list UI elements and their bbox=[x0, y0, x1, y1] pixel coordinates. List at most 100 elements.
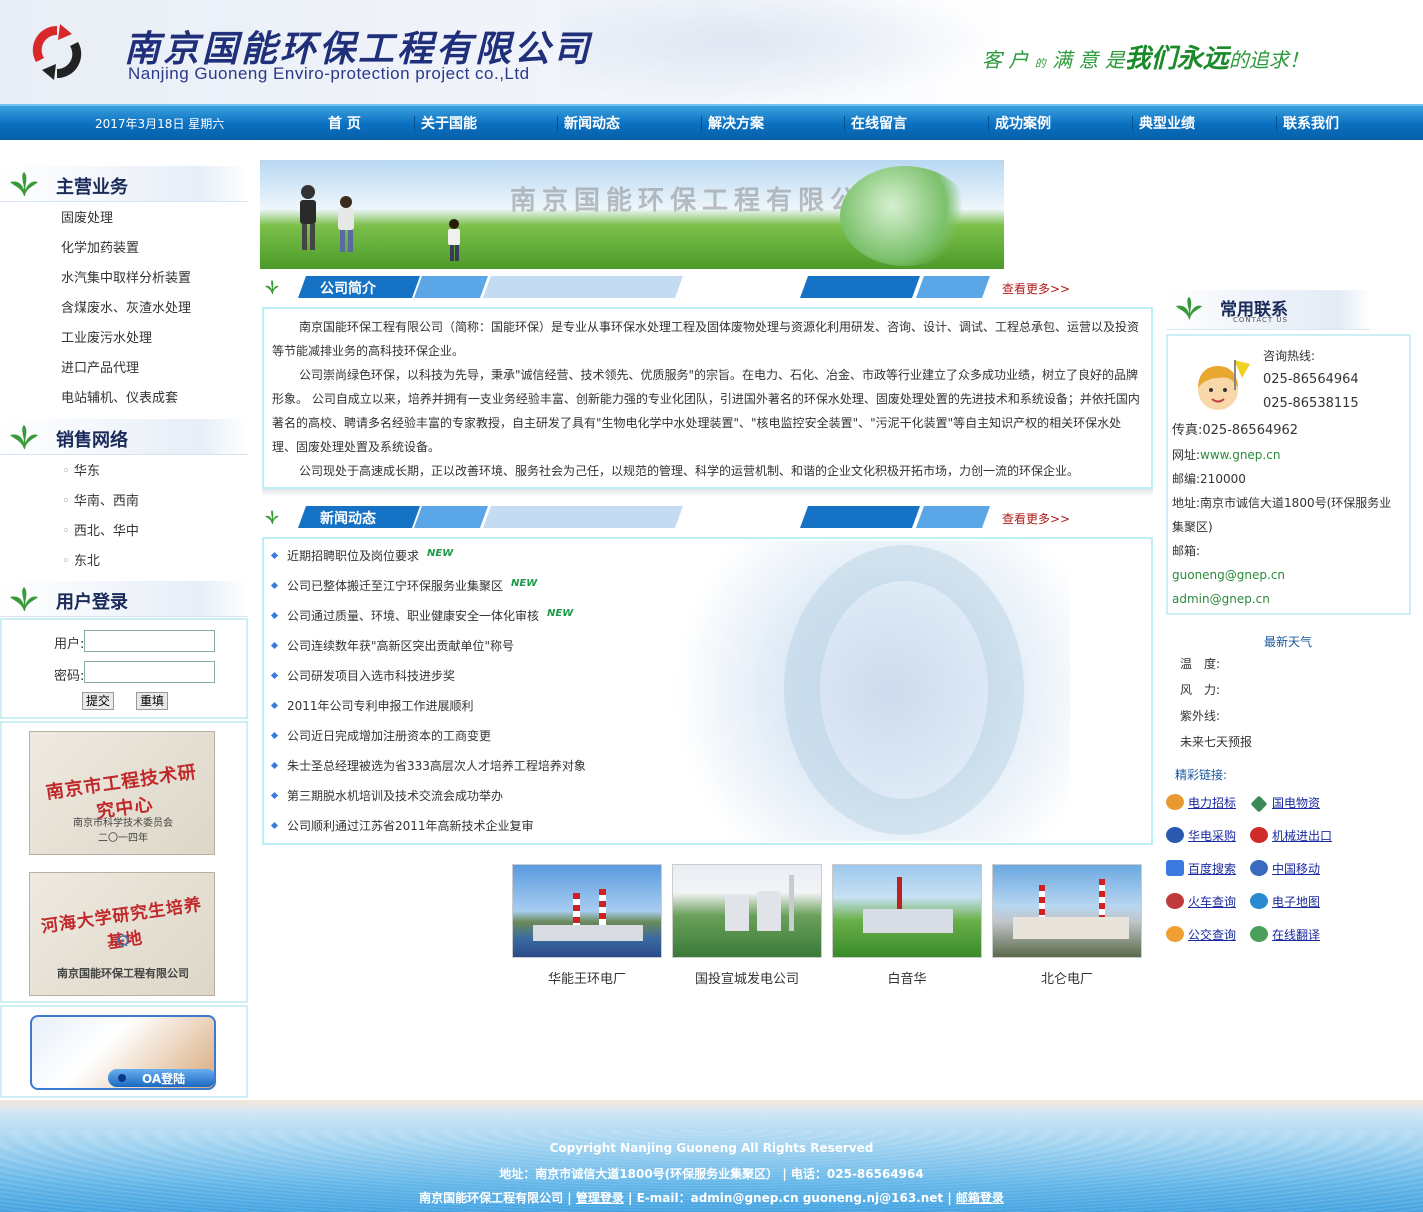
admin-login-link[interactable]: 管理登录 bbox=[576, 1191, 624, 1205]
link-china-mobile[interactable]: 中国移动 bbox=[1250, 860, 1320, 877]
website-link[interactable]: www.gnep.cn bbox=[1200, 448, 1280, 462]
nav-news[interactable]: 新闻动态 bbox=[558, 113, 620, 133]
cooling-tower-shape bbox=[757, 891, 781, 931]
news-item[interactable]: 公司顺利通过江苏省2011年高新技术企业复审 bbox=[270, 811, 534, 841]
intro-shadow bbox=[262, 489, 1153, 497]
bullet-icon bbox=[270, 731, 279, 740]
password-input[interactable] bbox=[84, 661, 215, 683]
project-gallery: 华能王环电厂 国投宣城发电公司 白音华 北仑电厂 bbox=[512, 864, 1154, 987]
nav-about[interactable]: 关于国能 bbox=[415, 113, 477, 133]
banner-watermark: 南京国能环保工程有限公司 bbox=[510, 186, 895, 216]
bullet-icon bbox=[270, 791, 279, 800]
link-huadian-purchase[interactable]: 华电采购 bbox=[1166, 827, 1236, 844]
intro-more-link[interactable]: 查看更多>> bbox=[1002, 280, 1070, 297]
nav-performance[interactable]: 典型业绩 bbox=[1133, 113, 1195, 133]
gallery-item[interactable]: 国投宣城发电公司 bbox=[672, 864, 822, 987]
link-bus-query[interactable]: 公交查询 bbox=[1166, 926, 1236, 943]
business-item[interactable]: 水汽集中取样分析装置 bbox=[0, 264, 248, 294]
nav-home[interactable]: 首 页 bbox=[322, 113, 361, 133]
business-item[interactable]: 电站辅机、仪表成套 bbox=[0, 384, 248, 414]
submit-button[interactable]: 提交 bbox=[82, 692, 115, 710]
news-title: 新闻动态 bbox=[320, 511, 376, 527]
sales-title: 销售网络 bbox=[56, 430, 128, 451]
nav-contact[interactable]: 联系我们 bbox=[1277, 113, 1339, 133]
footer-links: 南京国能环保工程有限公司 | 管理登录 | E-mail：admin@gnep.… bbox=[419, 1191, 1004, 1205]
news-item-title: 朱士圣总经理被选为省333高层次人才培养工程培养对象 bbox=[287, 759, 586, 773]
building-shape bbox=[1013, 917, 1129, 939]
current-date: 2017年3月18日 星期六 bbox=[95, 117, 225, 131]
phone-number: 025-86564964 bbox=[1263, 372, 1359, 387]
sales-item[interactable]: 华东 bbox=[0, 457, 248, 487]
news-header: 新闻动态 查看更多>> bbox=[260, 504, 1153, 528]
certificate-holder: 南京国能环保工程有限公司 bbox=[57, 967, 189, 980]
nav-message[interactable]: 在线留言 bbox=[845, 113, 907, 133]
weather-forecast[interactable]: 未来七天预报 bbox=[1180, 733, 1252, 750]
hotline-label: 咨询热线: bbox=[1263, 349, 1316, 363]
chimney-shape bbox=[789, 875, 794, 931]
site-footer: Copyright Nanjing Guoneng All Rights Res… bbox=[0, 1100, 1423, 1212]
fax: 传真:025-86564962 bbox=[1172, 423, 1299, 438]
news-more-link[interactable]: 查看更多>> bbox=[1002, 510, 1070, 527]
links-title: 精彩链接: bbox=[1175, 768, 1228, 782]
email-link[interactable]: admin@gnep.cn bbox=[1172, 589, 1270, 609]
link-power-bidding[interactable]: 电力招标 bbox=[1166, 794, 1236, 811]
reset-button[interactable]: 重填 bbox=[136, 692, 169, 710]
weather-wind: 风 力: bbox=[1180, 683, 1221, 697]
globe-icon bbox=[840, 166, 970, 266]
link-online-translate[interactable]: 在线翻译 bbox=[1250, 926, 1320, 943]
username-input[interactable] bbox=[84, 630, 215, 652]
oa-dot-icon bbox=[118, 1074, 126, 1082]
contact-panel: 咨询热线: 025-86564964 025-86538115 传真:025-8… bbox=[1166, 334, 1411, 615]
nav-solutions[interactable]: 解决方案 bbox=[702, 113, 764, 133]
news-item[interactable]: 2011年公司专利申报工作进展顺利 bbox=[270, 691, 474, 721]
intro-title: 公司简介 bbox=[320, 281, 376, 297]
business-item[interactable]: 工业废污水处理 bbox=[0, 324, 248, 354]
leaf-icon bbox=[10, 587, 38, 611]
business-item[interactable]: 固废处理 bbox=[0, 204, 248, 234]
business-item[interactable]: 化学加药装置 bbox=[0, 234, 248, 264]
link-label: 电力招标 bbox=[1188, 796, 1237, 810]
certificates-panel: 南京市工程技术研究中心 南京市科学技术委员会 二〇一四年 河海大学研究生培养基地… bbox=[0, 721, 248, 1003]
news-item[interactable]: 近期招聘职位及岗位要求 NEW bbox=[270, 541, 453, 571]
header-glow bbox=[560, 0, 1000, 104]
news-item[interactable]: 公司连续数年获"高新区突出贡献单位"称号 bbox=[270, 631, 514, 661]
business-item[interactable]: 进口产品代理 bbox=[0, 354, 248, 384]
certificate-year: 二〇一四年 bbox=[98, 833, 148, 844]
news-item[interactable]: 公司研发项目入选市科技进步奖 bbox=[270, 661, 455, 691]
leaf-icon bbox=[265, 280, 279, 294]
link-electronic-map[interactable]: 电子地图 bbox=[1250, 893, 1320, 910]
intro-paragraph: 南京国能环保工程有限公司（简称：国能环保）是专业从事环保水处理工程及固体废物处理… bbox=[272, 320, 1140, 358]
business-item[interactable]: 含煤废水、灰渣水处理 bbox=[0, 294, 248, 324]
leaf-icon bbox=[10, 425, 38, 449]
slogan: 客 户 的 满 意 是我们永远的追求！ bbox=[982, 38, 1309, 75]
mail-login-link[interactable]: 邮箱登录 bbox=[956, 1191, 1004, 1205]
gallery-item[interactable]: 白音华 bbox=[832, 864, 982, 987]
weather-uv: 紫外线: bbox=[1180, 709, 1221, 723]
news-item[interactable]: 公司已整体搬迁至江宁环保服务业集聚区 NEW bbox=[270, 571, 537, 601]
news-item[interactable]: 第三期脱水机培训及技术交流会成功举办 bbox=[270, 781, 503, 811]
link-train-query[interactable]: 火车查询 bbox=[1166, 893, 1236, 910]
link-baidu-search[interactable]: 百度搜索 bbox=[1166, 860, 1236, 877]
phone-number: 025-86538115 bbox=[1263, 396, 1359, 411]
site-header: 南京国能环保工程有限公司 Nanjing Guoneng Enviro-prot… bbox=[0, 0, 1423, 104]
nav-cases[interactable]: 成功案例 bbox=[989, 113, 1051, 133]
sales-item[interactable]: 东北 bbox=[0, 547, 248, 577]
news-item-title: 公司通过质量、环境、职业健康安全一体化审核 bbox=[287, 609, 540, 623]
news-item[interactable]: 公司近日完成增加注册资本的工商变更 bbox=[270, 721, 491, 751]
intro-paragraph: 公司崇尚绿色环保，以科技为先导，秉承"诚信经营、技术领先、优质服务"的宗旨。在电… bbox=[272, 368, 1140, 454]
gallery-item[interactable]: 北仑电厂 bbox=[992, 864, 1142, 987]
email-link[interactable]: guoneng@gnep.cn bbox=[1172, 565, 1285, 585]
gallery-item[interactable]: 华能王环电厂 bbox=[512, 864, 662, 987]
website-label: 网址: bbox=[1172, 448, 1201, 462]
news-list: 近期招聘职位及岗位要求 NEW 公司已整体搬迁至江宁环保服务业集聚区 NEW 公司通过质… bbox=[262, 537, 1153, 845]
sales-item[interactable]: 华南、西南 bbox=[0, 487, 248, 517]
oa-login-button[interactable]: OA登陆 bbox=[30, 1015, 216, 1090]
sales-item[interactable]: 西北、华中 bbox=[0, 517, 248, 547]
link-guodian-materials[interactable]: 国电物资 bbox=[1250, 794, 1320, 813]
link-machinery-trade[interactable]: 机械进出口 bbox=[1250, 827, 1332, 844]
gallery-caption: 国投宣城发电公司 bbox=[694, 972, 799, 987]
news-item[interactable]: 公司通过质量、环境、职业健康安全一体化审核 NEW bbox=[270, 601, 573, 631]
header-bar bbox=[915, 506, 991, 528]
certificate-image: 南京市工程技术研究中心 南京市科学技术委员会 二〇一四年 bbox=[29, 731, 215, 855]
news-item[interactable]: 朱士圣总经理被选为省333高层次人才培养工程培养对象 bbox=[270, 751, 586, 781]
